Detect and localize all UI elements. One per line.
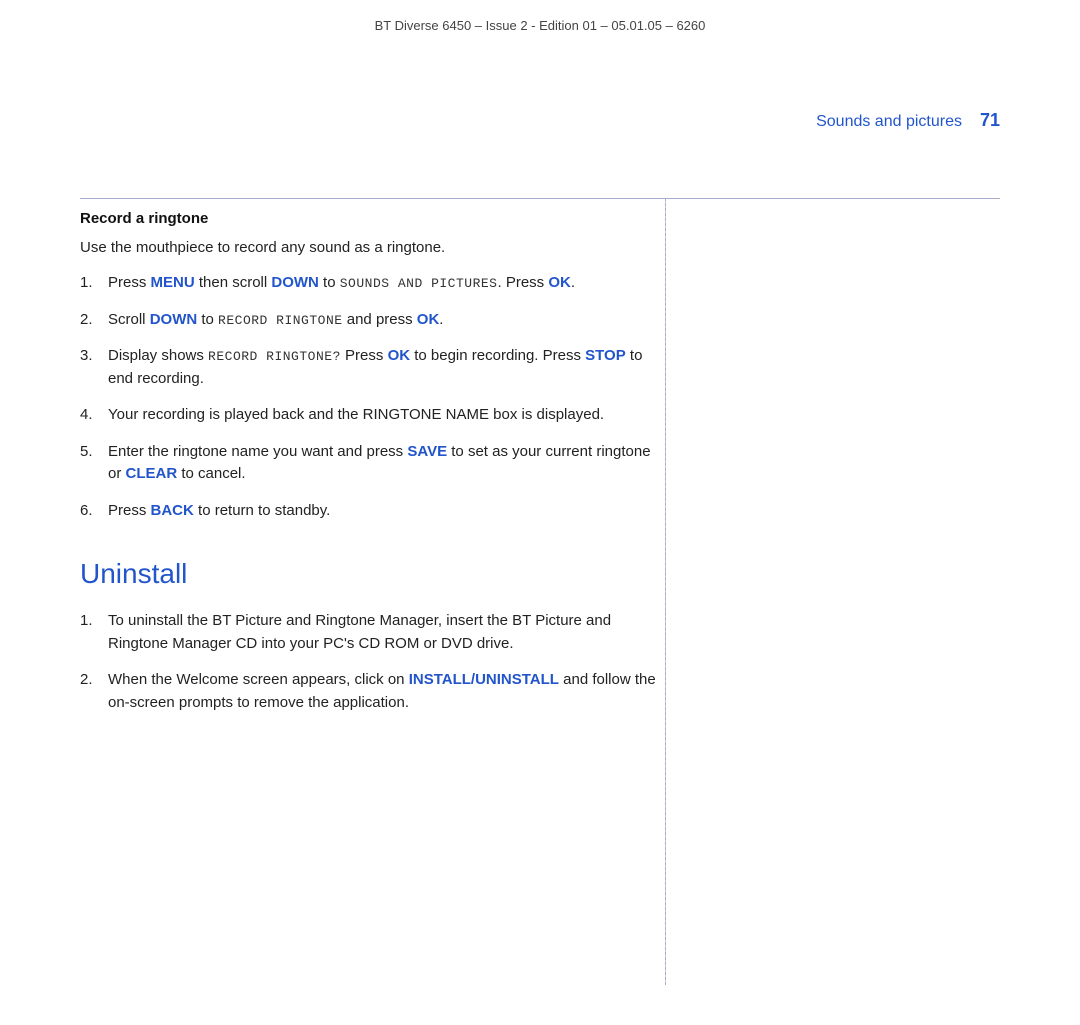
ok-keyword-1: OK <box>548 274 571 291</box>
ok-keyword-3: OK <box>388 347 411 364</box>
page-container: BT Diverse 6450 – Issue 2 - Edition 01 –… <box>0 0 1080 1025</box>
down-keyword-1: DOWN <box>271 274 319 291</box>
sounds-pictures-display: SOUNDS AND PICTURES <box>340 276 498 291</box>
meta-text: BT Diverse 6450 – Issue 2 - Edition 01 –… <box>375 18 706 33</box>
step-3: 3. Display shows RECORD RINGTONE? Press … <box>80 345 660 390</box>
step-4: 4. Your recording is played back and the… <box>80 404 660 427</box>
uninstall-step-1: 1. To uninstall the BT Picture and Ringt… <box>80 610 660 655</box>
intro-text: Use the mouthpiece to record any sound a… <box>80 239 660 256</box>
step-1: 1. Press MENU then scroll DOWN to SOUNDS… <box>80 272 660 295</box>
header-meta: BT Diverse 6450 – Issue 2 - Edition 01 –… <box>0 0 1080 33</box>
record-ringtone-question-display: RECORD RINGTONE? <box>208 349 341 364</box>
uninstall-step-2: 2. When the Welcome screen appears, clic… <box>80 669 660 714</box>
step-6: 6. Press BACK to return to standby. <box>80 500 660 523</box>
section-header: Sounds and pictures 71 <box>816 110 1000 131</box>
uninstall-step-2-content: When the Welcome screen appears, click o… <box>108 669 660 714</box>
step-4-number: 4. <box>80 404 108 427</box>
uninstall-steps-list: 1. To uninstall the BT Picture and Ringt… <box>80 610 660 714</box>
uninstall-section: Uninstall 1. To uninstall the BT Picture… <box>80 558 660 714</box>
step-6-content: Press BACK to return to standby. <box>108 500 660 523</box>
step-4-content: Your recording is played back and the RI… <box>108 404 660 427</box>
uninstall-step-2-number: 2. <box>80 669 108 692</box>
record-heading: Record a ringtone <box>80 210 660 227</box>
step-3-content: Display shows RECORD RINGTONE? Press OK … <box>108 345 660 390</box>
step-2-content: Scroll DOWN to RECORD RINGTONE and press… <box>108 309 660 332</box>
install-uninstall-keyword: INSTALL/UNINSTALL <box>409 671 559 688</box>
step-5-number: 5. <box>80 441 108 464</box>
save-keyword: SAVE <box>407 443 447 460</box>
vertical-divider <box>665 198 666 985</box>
uninstall-heading: Uninstall <box>80 558 660 590</box>
page-number: 71 <box>980 110 1000 131</box>
clear-keyword: CLEAR <box>126 465 178 482</box>
step-3-number: 3. <box>80 345 108 368</box>
record-ringtone-display: RECORD RINGTONE <box>218 313 343 328</box>
uninstall-step-1-content: To uninstall the BT Picture and Ringtone… <box>108 610 660 655</box>
down-keyword-2: DOWN <box>150 311 198 328</box>
step-2-number: 2. <box>80 309 108 332</box>
step-5-content: Enter the ringtone name you want and pre… <box>108 441 660 486</box>
step-6-number: 6. <box>80 500 108 523</box>
content-area: Record a ringtone Use the mouthpiece to … <box>80 210 660 728</box>
step-1-number: 1. <box>80 272 108 295</box>
ok-keyword-2: OK <box>417 311 440 328</box>
record-steps-list: 1. Press MENU then scroll DOWN to SOUNDS… <box>80 272 660 522</box>
horizontal-divider <box>80 198 1000 199</box>
step-2: 2. Scroll DOWN to RECORD RINGTONE and pr… <box>80 309 660 332</box>
uninstall-step-1-number: 1. <box>80 610 108 633</box>
stop-keyword: STOP <box>585 347 626 364</box>
menu-keyword: MENU <box>151 274 195 291</box>
record-ringtone-section: Record a ringtone Use the mouthpiece to … <box>80 210 660 522</box>
back-keyword: BACK <box>151 502 194 519</box>
step-1-content: Press MENU then scroll DOWN to SOUNDS AN… <box>108 272 660 295</box>
step-5: 5. Enter the ringtone name you want and … <box>80 441 660 486</box>
section-title: Sounds and pictures <box>816 113 962 131</box>
